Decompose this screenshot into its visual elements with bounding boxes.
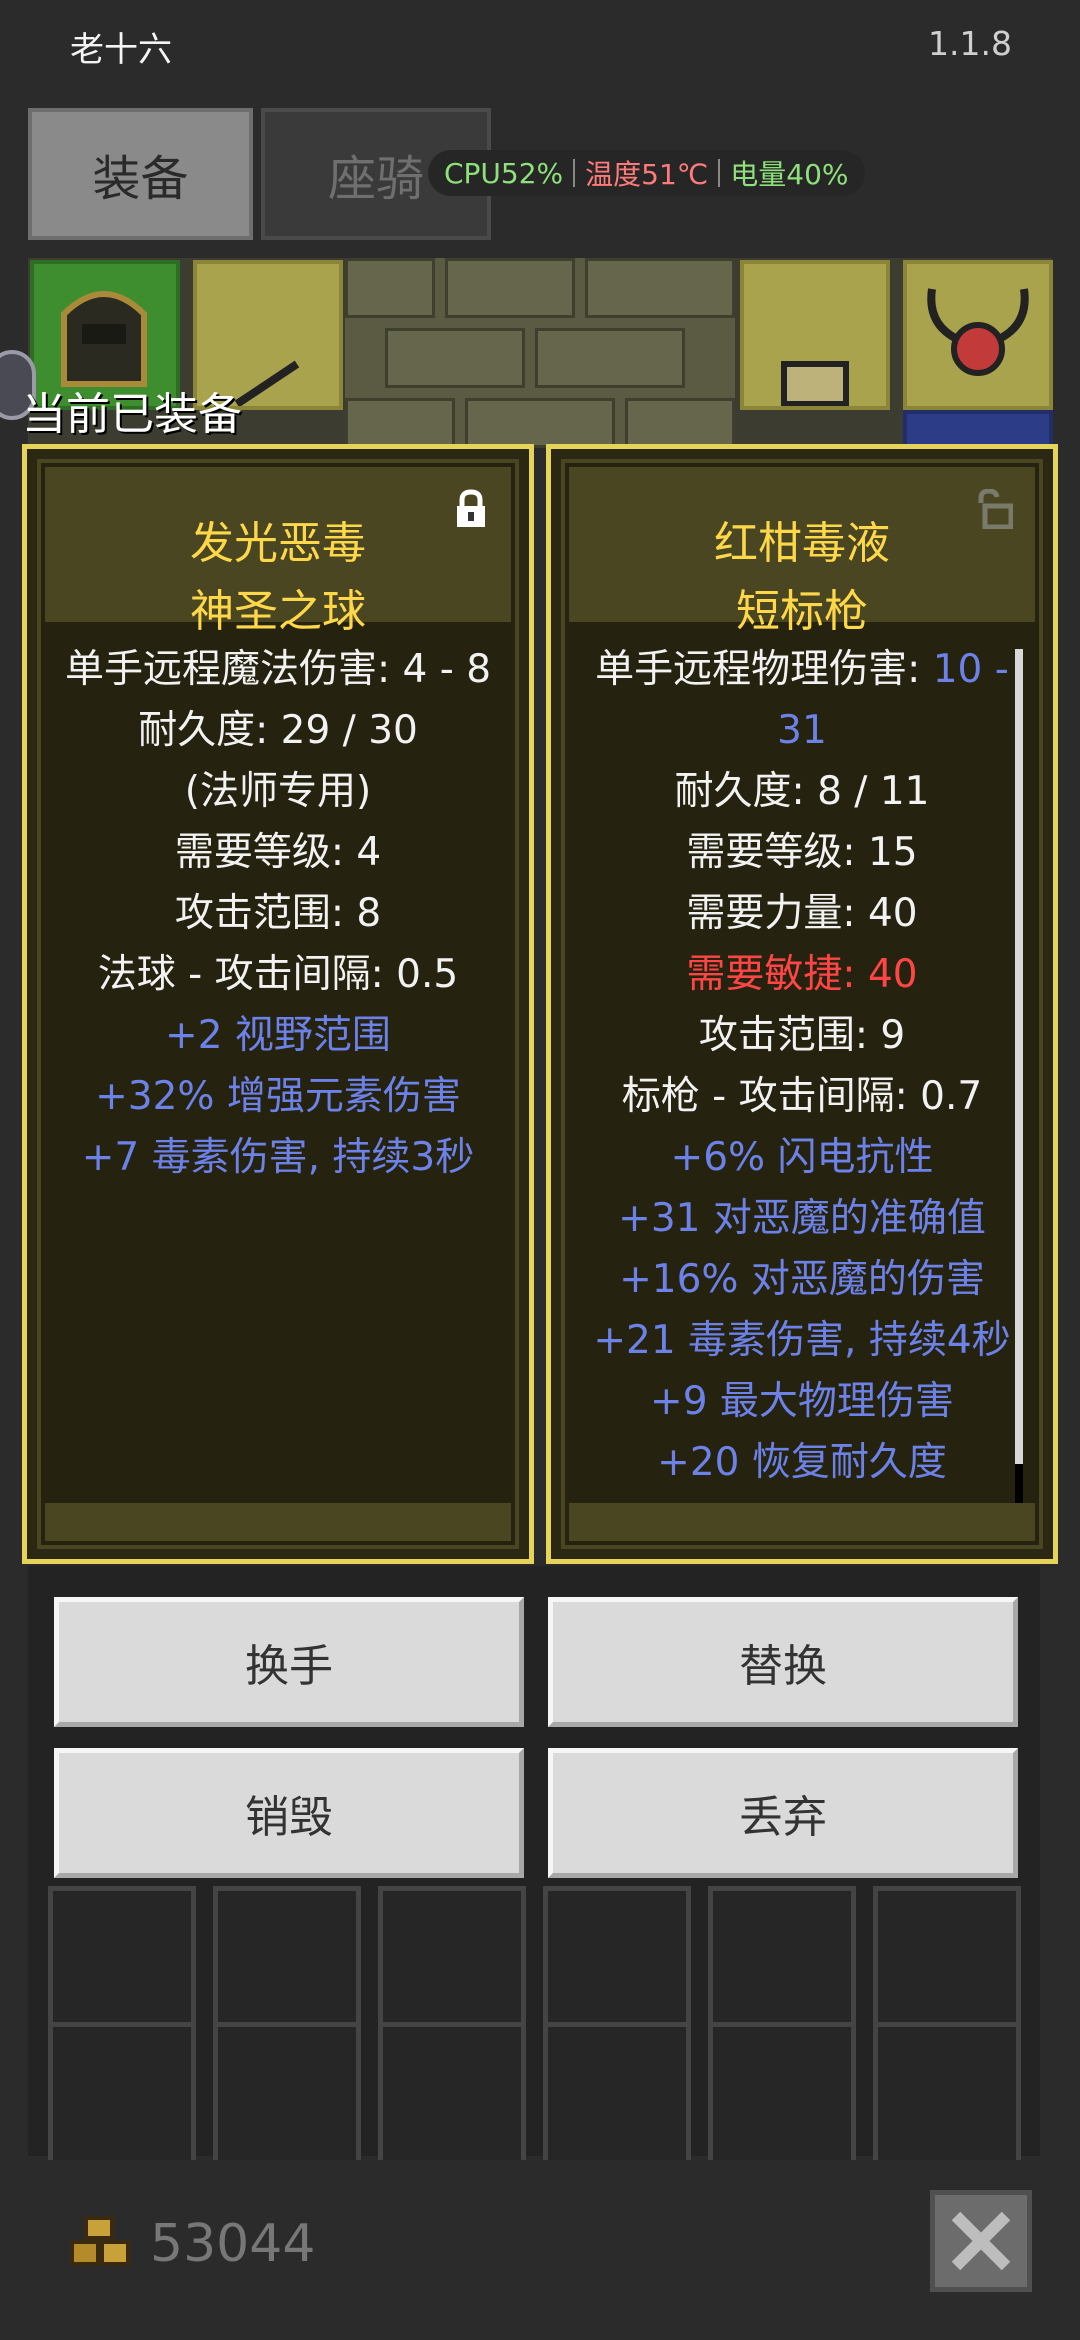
player-name: 老十六 — [70, 30, 172, 70]
equipped-title: 当前已装备 — [22, 389, 242, 440]
stat-bonus: +9 最大物理伤害 — [650, 1379, 954, 1424]
stat-bonus: +31 对恶魔的准确值 — [618, 1196, 986, 1241]
equip-slot-ring[interactable] — [903, 410, 1053, 448]
item-stats: 单手远程物理伤害: 10 - 31 耐久度: 8 / 11 需要等级: 15 需… — [569, 639, 1035, 1493]
divider — [718, 159, 721, 187]
inventory-slot[interactable] — [708, 1886, 856, 2034]
coins-icon — [70, 2216, 130, 2266]
inventory-slot[interactable] — [213, 2022, 361, 2170]
stat-speed: 法球 - 攻击间隔: 0.5 — [97, 952, 459, 997]
destroy-button[interactable]: 销毁 — [54, 1748, 524, 1878]
card-footer — [45, 1503, 511, 1541]
divider — [573, 159, 576, 187]
stat-durability: 耐久度: 8 / 11 — [674, 769, 930, 814]
inventory-slot[interactable] — [708, 2022, 856, 2170]
stat-strength: 需要力量: 40 — [686, 891, 918, 936]
close-icon — [951, 2211, 1011, 2271]
tab-equipment[interactable]: 装备 — [28, 108, 253, 240]
card-header: 发光恶毒 神圣之球 — [45, 467, 511, 637]
stat-damage-value-continued: 31 — [777, 708, 827, 753]
stat-damage: 单手远程魔法伤害: 4 - 8 — [64, 647, 492, 692]
stat-damage-label: 单手远程物理伤害: — [595, 647, 933, 692]
inventory-slot[interactable] — [213, 1886, 361, 2034]
item-name-prefix: 发光恶毒 — [190, 518, 366, 569]
equip-slot-shield[interactable] — [740, 260, 890, 410]
inventory-slot[interactable] — [543, 1886, 691, 2034]
stat-level: 需要等级: 15 — [686, 830, 918, 875]
card-footer — [569, 1503, 1035, 1541]
stat-damage-value: 10 - — [932, 647, 1009, 692]
lock-icon[interactable] — [453, 489, 489, 529]
shield-icon — [781, 361, 849, 407]
stat-class: (法师专用) — [184, 769, 372, 814]
close-button[interactable] — [930, 2190, 1032, 2292]
stat-bonus: +32% 增强元素伤害 — [95, 1074, 461, 1119]
item-card-selected: 红柑毒液 短标枪 单手远程物理伤害: 10 - 31 耐久度: 8 / 11 需… — [546, 444, 1058, 1564]
stat-durability: 耐久度: 29 / 30 — [138, 708, 418, 753]
stat-bonus: +6% 闪电抗性 — [670, 1135, 934, 1180]
stat-dexterity-unmet: 需要敏捷: 40 — [686, 952, 918, 997]
stat-speed: 标枪 - 攻击间隔: 0.7 — [621, 1074, 983, 1119]
cpu-usage: CPU52% — [444, 156, 564, 190]
equip-slot-amulet[interactable] — [903, 260, 1053, 410]
item-name-prefix: 红柑毒液 — [714, 518, 890, 569]
temperature: 温度51℃ — [585, 158, 709, 191]
version-label: 1.1.8 — [928, 24, 1012, 63]
swap-hand-button[interactable]: 换手 — [54, 1597, 524, 1727]
stat-damage: 单手远程物理伤害: 10 - — [569, 639, 1035, 700]
inventory-slot[interactable] — [873, 2022, 1021, 2170]
stats-scrollbar[interactable] — [1015, 649, 1023, 1464]
discard-button[interactable]: 丢弃 — [548, 1748, 1018, 1878]
stat-range: 攻击范围: 8 — [174, 891, 382, 936]
amulet-icon — [927, 288, 1029, 376]
stat-bonus: +16% 对恶魔的伤害 — [619, 1257, 985, 1302]
stat-bonus: +21 毒素伤害, 持续4秒 — [593, 1318, 1011, 1363]
gold-amount: 53044 — [150, 2214, 316, 2274]
stat-bonus: +7 毒素伤害, 持续3秒 — [81, 1135, 475, 1180]
inventory-slot[interactable] — [378, 1886, 526, 2034]
battery: 电量40% — [730, 158, 849, 191]
stone-wall-art — [345, 258, 735, 448]
item-name-base: 神圣之球 — [190, 586, 366, 637]
status-bar: 老十六 1.1.8 — [0, 0, 1080, 90]
stat-bonus: +2 视野范围 — [165, 1013, 391, 1058]
stat-range: 攻击范围: 9 — [698, 1013, 906, 1058]
stat-bonus: +20 恢复耐久度 — [657, 1440, 947, 1485]
inventory-slot[interactable] — [873, 1886, 1021, 2034]
item-name-base: 短标枪 — [736, 586, 868, 637]
item-card-equipped: 发光恶毒 神圣之球 单手远程魔法伤害: 4 - 8 耐久度: 29 / 30 (… — [22, 444, 534, 1564]
inventory-slot[interactable] — [543, 2022, 691, 2170]
card-header: 红柑毒液 短标枪 — [569, 467, 1035, 637]
inventory-slot[interactable] — [378, 2022, 526, 2170]
scrollbar-end — [1015, 1464, 1023, 1504]
unlock-icon[interactable] — [977, 489, 1013, 529]
item-stats: 单手远程魔法伤害: 4 - 8 耐久度: 29 / 30 (法师专用) 需要等级… — [45, 639, 511, 1188]
stat-level: 需要等级: 4 — [174, 830, 382, 875]
inventory-slot[interactable] — [48, 1886, 196, 2034]
replace-button[interactable]: 替换 — [548, 1597, 1018, 1727]
inventory-slot[interactable] — [48, 2022, 196, 2170]
system-monitor: CPU52% 温度51℃ 电量40% — [428, 150, 865, 196]
